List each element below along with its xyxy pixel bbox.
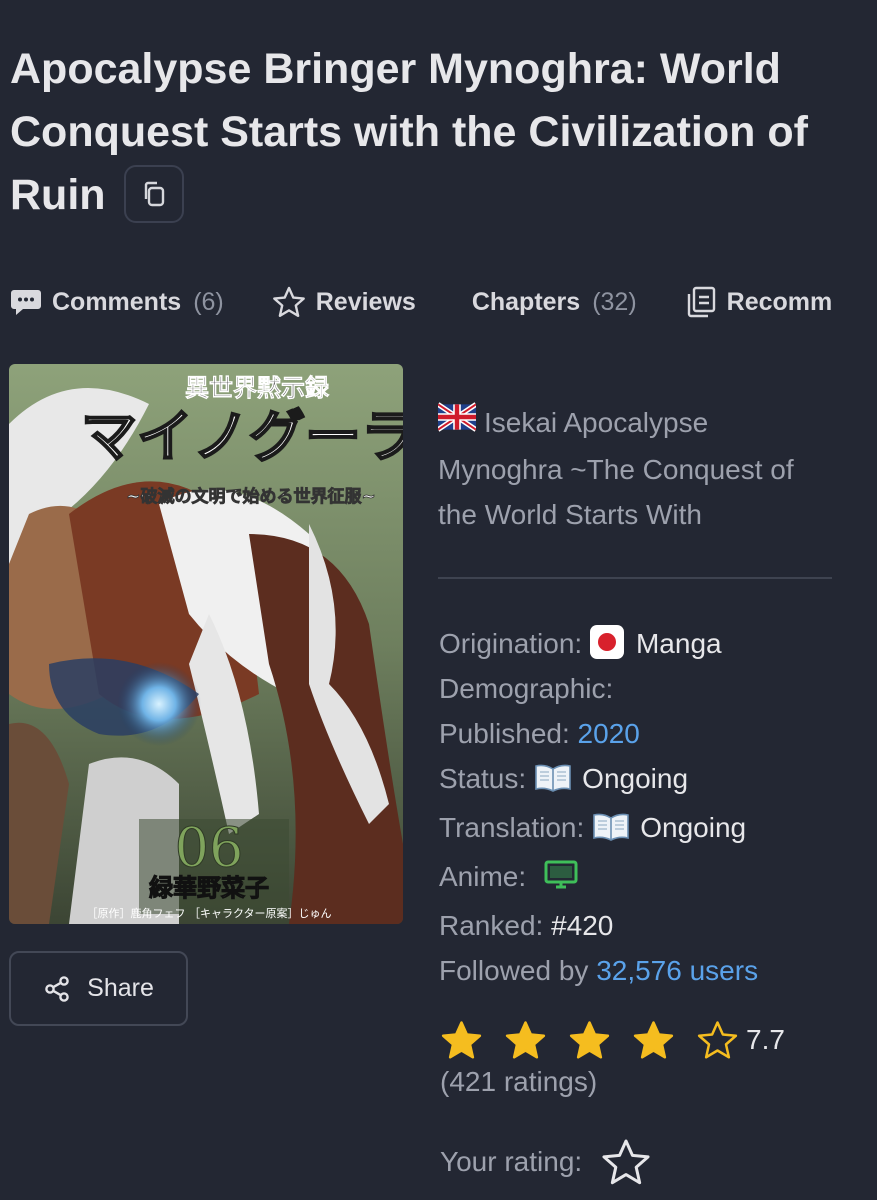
star-filled-icon — [632, 1020, 675, 1060]
followed-label: Followed by — [439, 955, 589, 986]
divider — [438, 577, 832, 579]
alt-title-block: Isekai Apocalypse Mynoghra ~The Conquest… — [436, 400, 838, 537]
copy-button[interactable] — [123, 164, 184, 223]
tab-label: Reviews — [315, 287, 416, 316]
tab-bar: Comments (6) Reviews Chapters (32) Recom… — [10, 280, 877, 324]
published-year-link[interactable]: 2020 — [578, 718, 640, 749]
alt-title-text: Isekai Apocalypse Mynoghra ~The Conquest… — [438, 407, 794, 530]
your-rating: Your rating: — [440, 1138, 652, 1186]
published-label: Published: — [439, 718, 570, 749]
translation-value: Ongoing — [640, 812, 747, 843]
origination-value: Manga — [635, 628, 722, 659]
tab-count: (6) — [193, 287, 224, 316]
share-button[interactable]: Share — [9, 951, 188, 1026]
meta-info: Origination: Manga Demographic: Publishe… — [439, 621, 859, 993]
rate-star-button[interactable] — [600, 1138, 652, 1186]
copy-icon — [141, 180, 167, 208]
anime-row: Anime: — [439, 854, 859, 903]
manga-detail-page: Apocalypse Bringer Mynoghra: World Conqu… — [0, 0, 877, 1200]
cover-volume: 06 — [175, 816, 244, 879]
cover-author: 緑華野菜子 — [149, 874, 269, 902]
star-filled-icon — [440, 1020, 483, 1060]
page-title: Apocalypse Bringer Mynoghra: World Conqu… — [10, 38, 860, 227]
demographic-row: Demographic: — [439, 666, 859, 711]
cover-subtitle: ~破滅の文明で始める世界征服~ — [126, 486, 376, 507]
tab-label: Recomm — [726, 287, 833, 316]
tab-count: (32) — [592, 287, 637, 316]
tab-chapters[interactable]: Chapters (32) — [472, 288, 637, 317]
cover-main-title: マイノグーラ — [81, 404, 403, 470]
tv-icon[interactable] — [544, 858, 578, 903]
comment-icon — [10, 287, 42, 317]
share-label: Share — [87, 974, 154, 1002]
status-label: Status: — [439, 763, 527, 794]
followers-link[interactable]: 32,576 users — [596, 955, 758, 986]
share-icon — [45, 975, 69, 1002]
rating-stars: 7.7 — [440, 1020, 785, 1060]
ranked-value: #420 — [551, 910, 614, 941]
cover-credits: ［原作］鹿角フェフ ［キャラクター原案］じゅん — [86, 906, 331, 920]
tab-label: Chapters — [471, 287, 581, 316]
cover-image[interactable]: 異世界黙示録 マイノグーラ ~破滅の文明で始める世界征服~ 06 緑華野菜子 ［… — [9, 364, 403, 924]
your-rating-label: Your rating: — [440, 1146, 583, 1177]
ratings-count: (421 ratings) — [440, 1066, 598, 1097]
star-empty-icon — [696, 1020, 739, 1060]
tab-recommendations[interactable]: Recomm — [685, 285, 833, 319]
origination-label: Origination: — [439, 628, 583, 659]
rating-score: 7.7 — [746, 1024, 785, 1055]
translation-label: Translation: — [439, 812, 585, 843]
tab-reviews[interactable]: Reviews — [272, 286, 416, 318]
open-book-icon — [534, 760, 572, 805]
japan-flag-icon — [590, 625, 625, 659]
recommend-icon — [685, 285, 717, 319]
title-block: Apocalypse Bringer Mynoghra: World Conqu… — [10, 38, 860, 227]
ranked-row: Ranked: #420 — [439, 903, 859, 948]
ranked-label: Ranked: — [439, 910, 544, 941]
uk-flag-icon — [436, 400, 478, 447]
star-outline-icon — [272, 286, 306, 318]
open-book-icon — [592, 809, 630, 854]
published-row: Published: 2020 — [439, 711, 859, 756]
translation-row: Translation: Ongoing — [439, 805, 859, 854]
cover-top-title: 異世界黙示録 — [185, 373, 330, 402]
demographic-label: Demographic: — [439, 673, 614, 704]
tab-label: Comments — [52, 287, 182, 316]
alt-title: Isekai Apocalypse Mynoghra ~The Conquest… — [436, 400, 838, 537]
star-filled-icon — [568, 1020, 611, 1060]
followed-row: Followed by 32,576 users — [439, 948, 859, 993]
star-filled-icon — [504, 1020, 547, 1060]
origination-row: Origination: Manga — [439, 621, 859, 666]
tab-comments[interactable]: Comments (6) — [10, 287, 224, 317]
anime-label: Anime: — [439, 861, 527, 892]
status-row: Status: Ongoing — [439, 756, 859, 805]
status-value: Ongoing — [582, 763, 689, 794]
